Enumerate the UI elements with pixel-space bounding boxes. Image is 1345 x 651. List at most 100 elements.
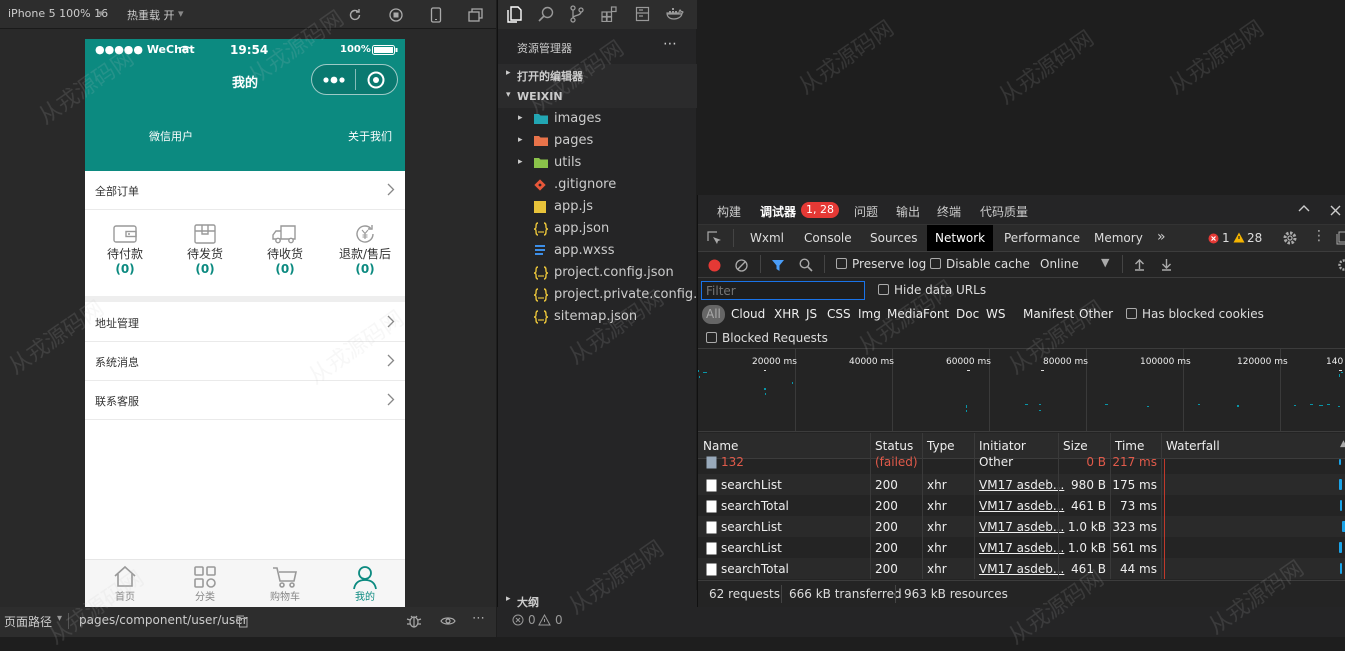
type-filter[interactable]: Other	[1079, 305, 1113, 324]
search-icon[interactable]	[538, 6, 554, 22]
cell-initiator[interactable]: VM17 asdeb...	[979, 499, 1064, 513]
cell-initiator[interactable]: VM17 asdeb...	[979, 541, 1064, 555]
type-filter[interactable]: Font	[923, 305, 949, 324]
order-refund[interactable]: 退款/售后 (0)	[325, 223, 405, 276]
eye-icon[interactable]	[440, 615, 456, 627]
device-select[interactable]: iPhone 5 100% 16	[8, 7, 108, 20]
tab-output[interactable]: 输出	[896, 203, 920, 220]
about-us-link[interactable]: 关于我们	[348, 128, 392, 144]
file-item[interactable]: app.json	[498, 218, 697, 240]
export-har-icon[interactable]	[1161, 258, 1172, 271]
copy-icon[interactable]	[236, 615, 248, 628]
more-tabs-icon[interactable]: »	[1157, 229, 1166, 245]
column-waterfall[interactable]: Waterfall	[1166, 439, 1220, 453]
chevron-up-icon[interactable]	[1298, 204, 1310, 212]
tab-console[interactable]: Console	[796, 225, 860, 251]
inspect-element-icon[interactable]	[707, 231, 722, 246]
tab-sources[interactable]: Sources	[862, 225, 925, 251]
clear-icon[interactable]	[735, 259, 748, 272]
file-item[interactable]: sitemap.json	[498, 306, 697, 328]
tab-debugger[interactable]: 调试器	[760, 203, 796, 220]
extensions-icon[interactable]	[601, 6, 617, 22]
tab-wxml[interactable]: Wxml	[742, 225, 792, 251]
menu-row-messages[interactable]: 系统消息	[85, 342, 405, 381]
tab-network[interactable]: Network	[927, 225, 993, 251]
window-icon[interactable]	[468, 8, 483, 22]
tab-memory[interactable]: Memory	[1086, 225, 1151, 251]
type-filter[interactable]: JS	[806, 305, 817, 324]
file-item[interactable]: app.wxss	[498, 240, 697, 262]
more-dots-icon[interactable]	[323, 75, 345, 85]
filter-funnel-icon[interactable]	[771, 259, 785, 272]
settings-gear-icon[interactable]	[1282, 230, 1298, 246]
order-pending-shipment[interactable]: 待发货 (0)	[165, 223, 245, 276]
has-blocked-cookies-checkbox[interactable]: Has blocked cookies	[1126, 307, 1264, 321]
stop-icon[interactable]	[389, 8, 403, 22]
file-item[interactable]: .gitignore	[498, 174, 697, 196]
refresh-icon[interactable]	[348, 8, 362, 22]
record-icon[interactable]	[708, 259, 721, 272]
warning-triangle-icon[interactable]	[538, 614, 551, 626]
column-initiator[interactable]: Initiator	[979, 439, 1026, 453]
project-section[interactable]: ▾ WEIXIN	[498, 86, 697, 108]
tab-terminal[interactable]: 终端	[937, 203, 961, 220]
preserve-log-checkbox[interactable]: Preserve log	[836, 257, 926, 271]
blocked-requests-checkbox[interactable]: Blocked Requests	[706, 331, 828, 345]
column-time[interactable]: Time	[1115, 439, 1144, 453]
user-name[interactable]: 微信用户	[149, 128, 193, 144]
type-filter[interactable]: CSS	[827, 305, 851, 324]
close-icon[interactable]	[1330, 205, 1341, 216]
cell-initiator[interactable]: VM17 asdeb...	[979, 478, 1064, 492]
disable-cache-checkbox[interactable]: Disable cache	[930, 257, 1030, 271]
tab-home[interactable]: 首页	[85, 560, 165, 603]
checkbox-box[interactable]	[706, 332, 717, 343]
checkbox-box[interactable]	[836, 258, 847, 269]
file-item[interactable]: app.js	[498, 196, 697, 218]
warning-count[interactable]: 28	[1247, 231, 1262, 245]
kebab-menu-icon[interactable]: ⋮	[1312, 228, 1326, 244]
order-pending-receipt[interactable]: 待收货 (0)	[245, 223, 325, 276]
menu-row-address[interactable]: 地址管理	[85, 303, 405, 342]
checkbox-box[interactable]	[930, 258, 941, 269]
column-status[interactable]: Status	[875, 439, 913, 453]
table-row[interactable]	[698, 459, 1345, 471]
error-count[interactable]: 1	[1222, 231, 1230, 245]
folder-item[interactable]: ▸ pages	[498, 130, 697, 152]
file-item[interactable]: project.config.json	[498, 262, 697, 284]
tab-cart[interactable]: 购物车	[245, 560, 325, 603]
type-filter[interactable]: Media	[887, 305, 923, 324]
folder-item[interactable]: ▸ utils	[498, 152, 697, 174]
file-item[interactable]: project.private.config.js...	[498, 284, 697, 306]
tab-category[interactable]: 分类	[165, 560, 245, 603]
search-icon[interactable]	[799, 258, 813, 272]
menu-row-support[interactable]: 联系客服	[85, 381, 405, 420]
folder-item[interactable]: ▸ images	[498, 108, 697, 130]
error-circle-icon[interactable]	[512, 614, 524, 626]
type-filter[interactable]: All	[702, 305, 725, 324]
order-pending-payment[interactable]: 待付款 (0)	[85, 223, 165, 276]
storage-icon[interactable]	[635, 6, 650, 22]
type-filter[interactable]: Img	[858, 305, 881, 324]
close-miniprogram-icon[interactable]	[367, 71, 385, 89]
tab-code-quality[interactable]: 代码质量	[980, 203, 1028, 220]
explorer-more-icon[interactable]: ⋯	[663, 36, 677, 52]
open-editors-section[interactable]: ▸ 打开的编辑器	[498, 64, 697, 86]
tab-performance[interactable]: Performance	[996, 225, 1088, 251]
network-settings-icon[interactable]	[1337, 258, 1345, 272]
tab-build[interactable]: 构建	[717, 203, 741, 220]
cell-initiator[interactable]: VM17 asdeb...	[979, 520, 1064, 534]
hide-data-urls-checkbox[interactable]: Hide data URLs	[878, 283, 986, 297]
type-filter[interactable]: Manifest	[1023, 305, 1074, 324]
more-icon[interactable]: ⋯	[472, 611, 485, 626]
checkbox-box[interactable]	[878, 284, 889, 295]
type-filter[interactable]: Cloud	[731, 305, 765, 324]
phone-icon[interactable]	[430, 7, 442, 23]
bug-icon[interactable]	[406, 613, 422, 629]
tab-issues[interactable]: 问题	[854, 203, 878, 220]
checkbox-box[interactable]	[1126, 308, 1137, 319]
outline-section[interactable]: ▸ 大纲	[498, 590, 697, 612]
type-filter[interactable]: XHR	[774, 305, 800, 324]
docker-icon[interactable]	[666, 7, 684, 21]
type-filter[interactable]: WS	[986, 305, 1005, 324]
type-filter[interactable]: Doc	[956, 305, 979, 324]
